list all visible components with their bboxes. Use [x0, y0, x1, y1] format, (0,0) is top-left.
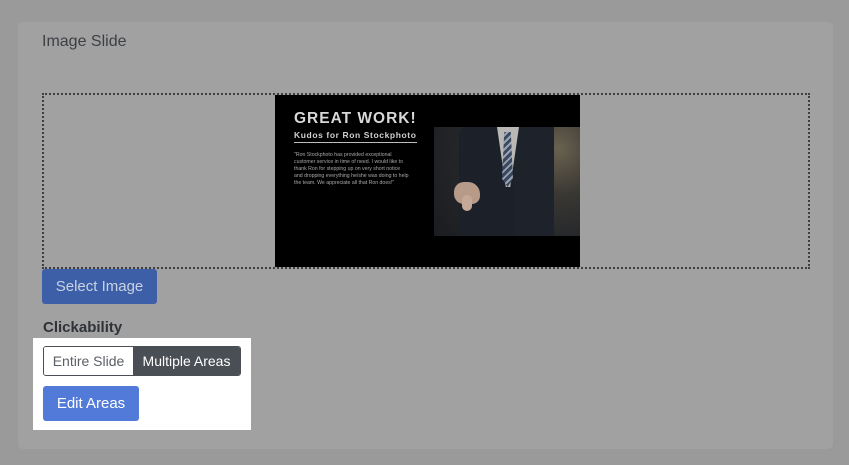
slide-preview-image: GREAT WORK! Kudos for Ron Stockphoto "Ro… [275, 95, 580, 267]
slide-title: GREAT WORK! [294, 110, 417, 127]
select-image-button[interactable]: Select Image [42, 269, 157, 304]
toggle-entire-slide[interactable]: Entire Slide [44, 347, 133, 375]
image-drop-zone[interactable]: GREAT WORK! Kudos for Ron Stockphoto "Ro… [42, 93, 810, 269]
slide-subtitle: Kudos for Ron Stockphoto [294, 130, 417, 143]
toggle-multiple-areas[interactable]: Multiple Areas [133, 347, 240, 375]
photo-suit-right [514, 127, 554, 236]
clickability-label: Clickability [43, 319, 123, 336]
card-title: Image Slide [42, 33, 127, 50]
slide-photo [434, 127, 580, 236]
slide-quote: "Ron Stockphoto has provided exceptional… [294, 152, 409, 186]
edit-areas-button[interactable]: Edit Areas [43, 386, 139, 421]
photo-finger [462, 195, 472, 211]
clickability-toggle: Entire Slide Multiple Areas [43, 346, 241, 376]
